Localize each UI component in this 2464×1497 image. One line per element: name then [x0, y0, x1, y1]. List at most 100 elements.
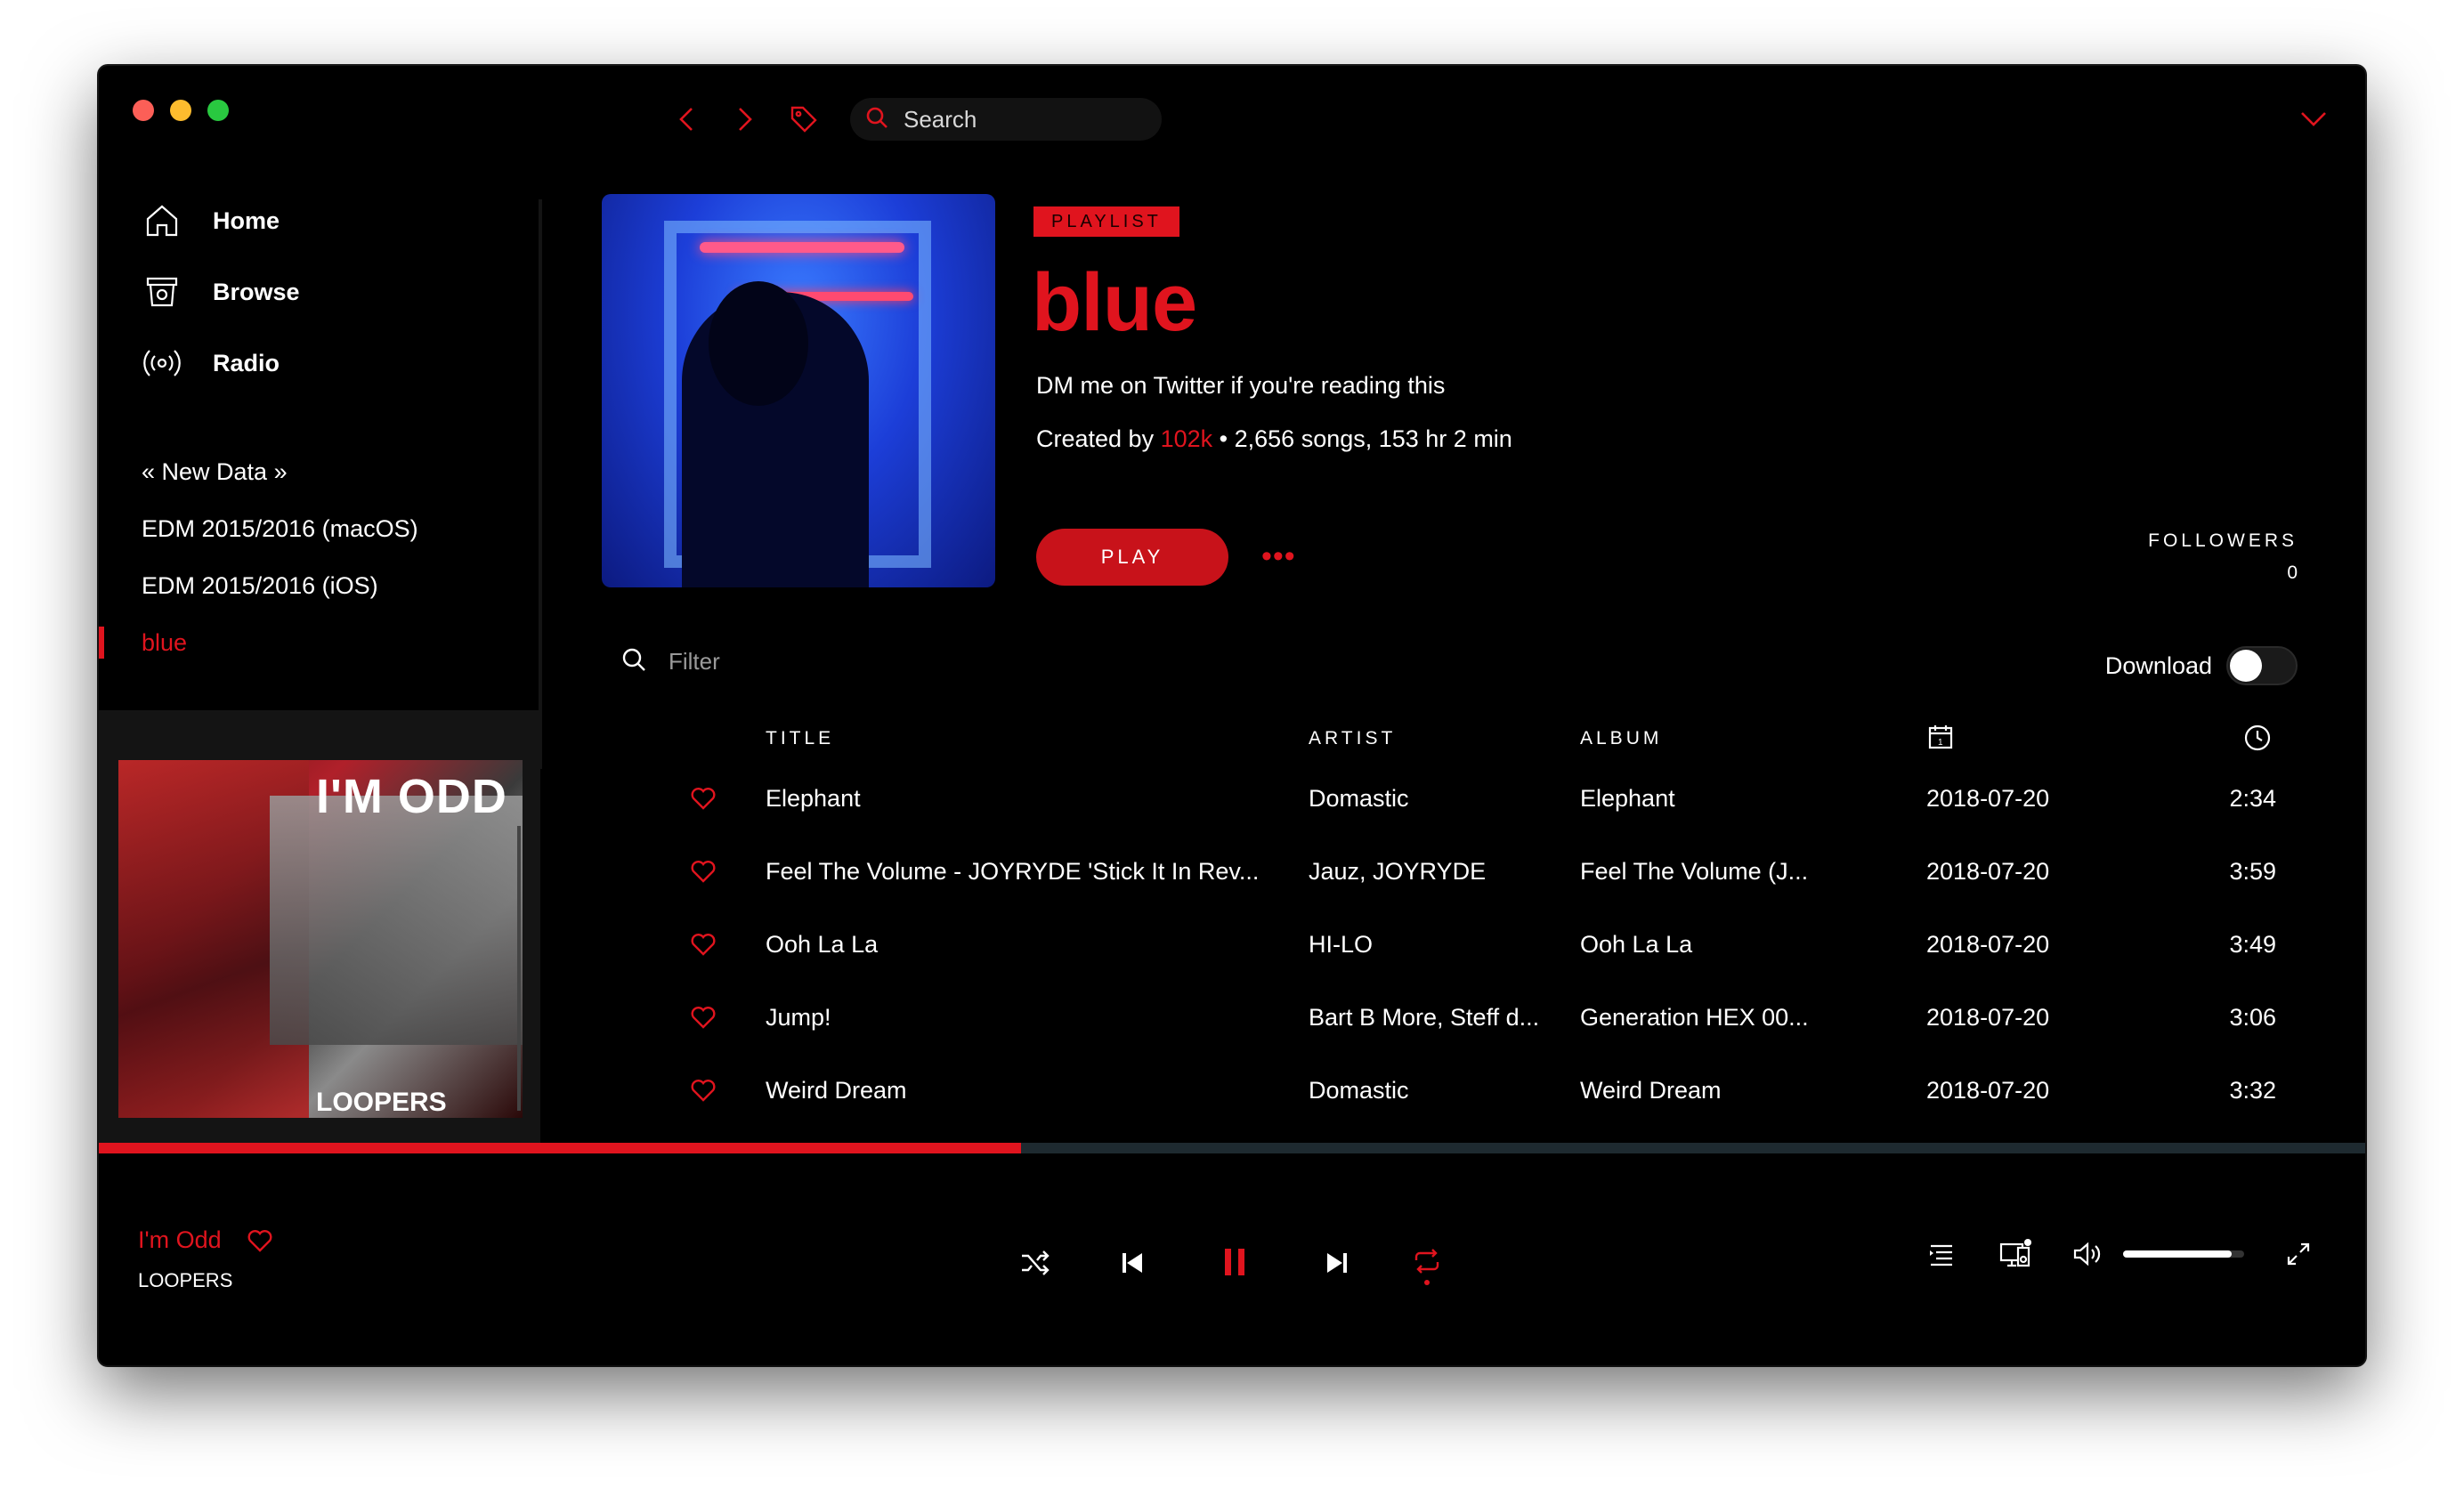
tag-icon[interactable]: [786, 101, 822, 137]
shuffle-icon[interactable]: [1019, 1250, 1051, 1276]
filter-box[interactable]: [620, 646, 1025, 677]
volume-icon[interactable]: [2071, 1241, 2103, 1267]
download-toggle[interactable]: [2226, 646, 2298, 685]
track-artist-cell[interactable]: Domastic: [1309, 1054, 1576, 1127]
column-header-title[interactable]: TITLE: [766, 728, 834, 749]
table-row[interactable]: Feel The Volume - JOYRYDE 'Stick It In R…: [99, 835, 2365, 908]
table-row[interactable]: Elephant Domastic Elephant 2018-07-20 2:34: [99, 762, 2365, 835]
playlist-stats: • 2,656 songs, 153 hr 2 min: [1219, 425, 1512, 452]
topbar: [669, 98, 1162, 141]
repeat-icon[interactable]: [1411, 1248, 1443, 1285]
filter-input[interactable]: [669, 648, 1025, 676]
download-label: Download: [2104, 651, 2212, 679]
sidebar-item-label: Radio: [213, 349, 280, 376]
sidebar-item-home[interactable]: Home: [142, 185, 300, 256]
heart-icon[interactable]: [690, 762, 725, 835]
heart-icon[interactable]: [690, 835, 725, 908]
table-row[interactable]: Ooh La La HI-LO Ooh La La 2018-07-20 3:49: [99, 908, 2365, 981]
track-date-cell: 2018-07-20: [1926, 857, 2050, 885]
track-date-cell: 2018-07-20: [1926, 1003, 2050, 1031]
calendar-icon[interactable]: 1: [1926, 723, 1955, 757]
sidebar-item-radio[interactable]: Radio: [142, 328, 300, 399]
sidebar-item-browse[interactable]: Browse: [142, 256, 300, 328]
track-album-cell[interactable]: Feel The Volume (J...: [1580, 835, 1892, 908]
track-list: Elephant Domastic Elephant 2018-07-20 2:34 Fe…: [99, 762, 2365, 1127]
track-album-cell[interactable]: Generation HEX 00...: [1580, 981, 1892, 1054]
page-title: blue: [1032, 257, 1197, 348]
download-control: Download: [2105, 646, 2298, 685]
table-row[interactable]: Weird Dream Domastic Weird Dream 2018-07-20…: [99, 1054, 2365, 1127]
sidebar-nav: Home Browse Radio: [142, 185, 300, 399]
playlist-cover: [602, 194, 995, 587]
search-box[interactable]: [850, 98, 1162, 141]
search-input[interactable]: [904, 105, 1135, 134]
track-album-cell[interactable]: Elephant: [1580, 762, 1892, 835]
track-title-cell: Elephant: [766, 784, 861, 812]
volume-fill: [2123, 1250, 2233, 1258]
devices-icon[interactable]: [1998, 1239, 2034, 1269]
track-artist-cell[interactable]: Bart B More, Steff d...: [1309, 981, 1576, 1054]
track-title-cell: Weird Dream: [766, 1076, 907, 1104]
track-title-cell: Ooh La La: [766, 930, 879, 958]
heart-icon[interactable]: [690, 908, 725, 981]
search-icon: [864, 105, 889, 134]
created-by-label: Created by: [1036, 425, 1155, 452]
table-row[interactable]: Jump! Bart B More, Steff d... Generation H…: [99, 981, 2365, 1054]
pause-icon[interactable]: [1220, 1246, 1249, 1278]
previous-icon[interactable]: [1119, 1250, 1146, 1276]
heart-icon[interactable]: [690, 1054, 725, 1127]
heart-icon[interactable]: [690, 981, 725, 1054]
playlist-type-badge: PLAYLIST: [1033, 206, 1179, 237]
track-title-cell: Feel The Volume - JOYRYDE 'Stick It In R…: [766, 857, 1260, 885]
track-artist-cell[interactable]: Jauz, JOYRYDE: [1309, 835, 1576, 908]
track-duration-cell: 3:59: [2229, 857, 2276, 885]
track-artist-cell[interactable]: HI-LO: [1309, 908, 1576, 981]
sidebar-item-label: Browse: [213, 278, 300, 305]
forward-icon[interactable]: [727, 101, 763, 137]
track-album-cell[interactable]: Ooh La La: [1580, 908, 1892, 981]
browse-icon: [142, 271, 182, 312]
track-date-cell: 2018-07-20: [1926, 930, 2050, 958]
playlist-list: « New Data » EDM 2015/2016 (macOS) EDM 2…: [99, 443, 540, 671]
play-button[interactable]: PLAY: [1036, 529, 1228, 586]
secondary-controls: [1927, 1239, 2312, 1269]
home-icon: [142, 200, 182, 241]
sidebar-item-label: Home: [213, 206, 280, 234]
repeat-active-dot: [1424, 1280, 1430, 1285]
back-icon[interactable]: [669, 101, 704, 137]
playlist-meta: Created by 102k • 2,656 songs, 153 hr 2 …: [1036, 425, 1512, 453]
next-icon[interactable]: [1324, 1250, 1350, 1276]
followers-panel: FOLLOWERS 0: [2148, 530, 2298, 584]
followers-label: FOLLOWERS: [2148, 530, 2298, 551]
fullscreen-icon[interactable]: [2285, 1241, 2312, 1267]
playlist-item-active[interactable]: blue: [99, 614, 540, 671]
followers-count: 0: [2287, 562, 2298, 583]
queue-icon[interactable]: [1927, 1242, 1956, 1266]
app-window: Home Browse Radio « New Data » EDM 2015/…: [99, 66, 2365, 1365]
track-album-cell[interactable]: Weird Dream: [1580, 1054, 1892, 1127]
track-duration-cell: 3:32: [2229, 1076, 2276, 1104]
owner-link[interactable]: 102k: [1161, 425, 1213, 452]
svg-text:1: 1: [1938, 738, 1947, 748]
track-duration-cell: 2:34: [2229, 784, 2276, 812]
track-artist-cell[interactable]: Domastic: [1309, 762, 1576, 835]
radio-icon: [142, 343, 182, 384]
toggle-knob: [2230, 650, 2262, 682]
column-header-album[interactable]: ALBUM: [1580, 728, 1662, 749]
clock-icon[interactable]: [2242, 723, 2273, 758]
playback-progress[interactable]: [99, 1143, 2365, 1153]
playlist-description: DM me on Twitter if you're reading this: [1036, 372, 1446, 399]
sidebar-divider: [539, 199, 542, 769]
volume-slider[interactable]: [2123, 1250, 2244, 1258]
playlist-item[interactable]: EDM 2015/2016 (iOS): [99, 557, 540, 614]
more-options-button[interactable]: •••: [1261, 539, 1296, 574]
table-header: TITLE ARTIST ALBUM 1: [99, 723, 2365, 758]
progress-fill: [99, 1143, 1022, 1153]
track-date-cell: 2018-07-20: [1926, 784, 2050, 812]
playlist-item[interactable]: « New Data »: [99, 443, 540, 500]
track-date-cell: 2018-07-20: [1926, 1076, 2050, 1104]
playlist-item[interactable]: EDM 2015/2016 (macOS): [99, 500, 540, 557]
column-header-artist[interactable]: ARTIST: [1309, 728, 1396, 749]
track-title-cell: Jump!: [766, 1003, 831, 1031]
collapse-icon[interactable]: [2299, 110, 2328, 133]
